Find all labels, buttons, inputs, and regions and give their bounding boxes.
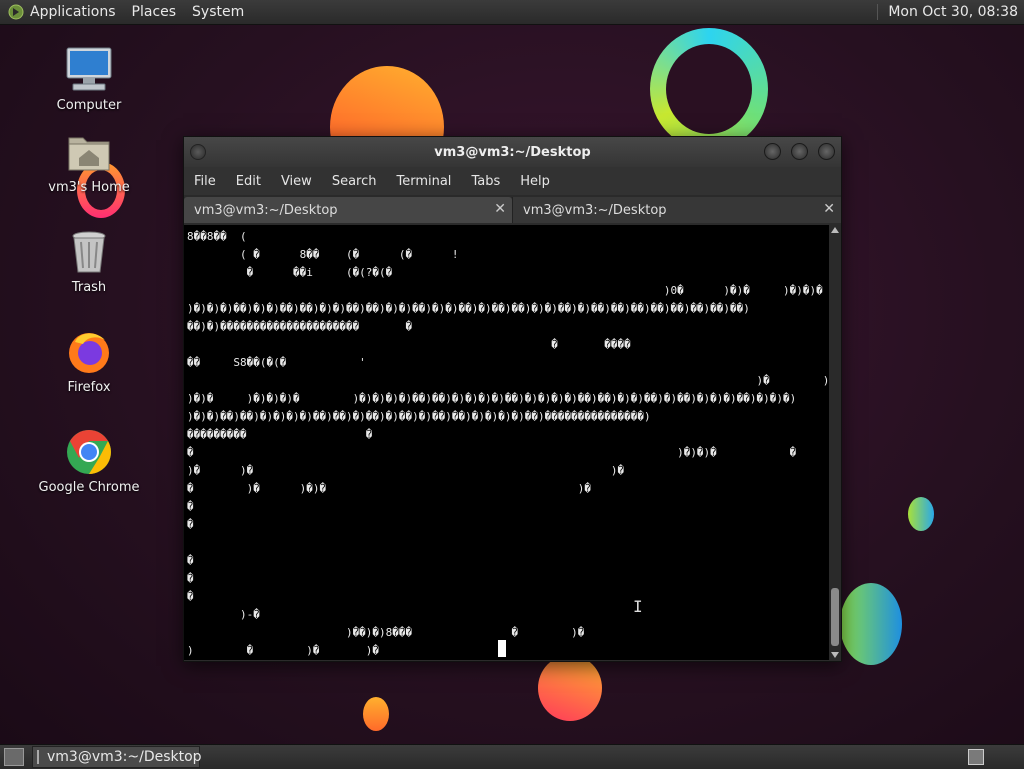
maximize-button[interactable] — [791, 143, 808, 160]
wallpaper-small-orange-blob — [363, 697, 389, 731]
taskbar-label: vm3@vm3:~/Desktop — [47, 749, 202, 765]
terminal-menubar: File Edit View Search Terminal Tabs Help — [184, 167, 841, 195]
taskbar-terminal-button[interactable]: vm3@vm3:~/Desktop — [32, 746, 202, 768]
minimize-button[interactable] — [764, 143, 781, 160]
workspace-switcher[interactable] — [968, 749, 984, 765]
mouse-ibeam-icon: I — [633, 597, 643, 616]
computer-icon — [65, 46, 113, 94]
terminal-tabs: vm3@vm3:~/Desktop ✕ vm3@vm3:~/Desktop ✕ — [184, 195, 841, 223]
top-panel: Applications Places System Mon Oct 30, 0… — [0, 0, 1024, 25]
desktop-icon-trash[interactable]: Trash — [34, 228, 144, 295]
menu-search[interactable]: Search — [332, 174, 377, 189]
menu-help[interactable]: Help — [520, 174, 550, 189]
terminal-icon — [37, 750, 39, 764]
desktop-icon-firefox[interactable]: Firefox — [34, 328, 144, 395]
desktop-icon-label: Google Chrome — [38, 480, 140, 495]
firefox-icon — [65, 328, 113, 376]
terminal-window[interactable]: vm3@vm3:~/Desktop File Edit View Search … — [183, 136, 842, 662]
places-menu[interactable]: Places — [132, 4, 177, 20]
distro-logo-icon[interactable] — [8, 4, 24, 20]
wallpaper-ring — [650, 28, 768, 150]
vertical-scrollbar[interactable] — [829, 225, 841, 660]
text-cursor — [498, 640, 506, 657]
desktop-icon-label: Firefox — [67, 380, 111, 395]
menu-edit[interactable]: Edit — [236, 174, 261, 189]
show-desktop-icon[interactable] — [4, 748, 24, 766]
system-menu[interactable]: System — [192, 4, 244, 20]
menu-view[interactable]: View — [281, 174, 312, 189]
chrome-icon — [65, 428, 113, 476]
window-titlebar[interactable]: vm3@vm3:~/Desktop — [184, 137, 841, 167]
scrollbar-thumb[interactable] — [831, 588, 839, 646]
window-title: vm3@vm3:~/Desktop — [434, 144, 591, 160]
menu-tabs[interactable]: Tabs — [471, 174, 500, 189]
desktop-icon-label: vm3's Home — [48, 180, 130, 195]
desktop-icon-home[interactable]: vm3's Home — [34, 128, 144, 195]
tab-label: vm3@vm3:~/Desktop — [194, 202, 338, 218]
terminal-output-area[interactable]: 8��8�� ( ( � 8�� (� (� ! � ��i (�(?�(� )… — [184, 225, 829, 660]
applications-menu[interactable]: Applications — [30, 4, 116, 20]
menu-terminal[interactable]: Terminal — [396, 174, 451, 189]
tab-2[interactable]: vm3@vm3:~/Desktop ✕ — [512, 197, 841, 223]
tab-close-icon[interactable]: ✕ — [494, 201, 506, 217]
terminal-output: 8��8�� ( ( � 8�� (� (� ! � ��i (�(?�(� )… — [187, 230, 829, 657]
trash-icon — [65, 228, 113, 276]
desktop-icon-computer[interactable]: Computer — [34, 46, 144, 113]
scroll-up-icon[interactable] — [831, 227, 839, 233]
tab-close-icon[interactable]: ✕ — [823, 201, 835, 217]
scroll-down-icon[interactable] — [831, 652, 839, 658]
wallpaper-green-blue-blob — [840, 583, 902, 665]
tab-1[interactable]: vm3@vm3:~/Desktop ✕ — [184, 197, 512, 223]
close-button[interactable] — [818, 143, 835, 160]
bottom-panel: vm3@vm3:~/Desktop — [0, 744, 1024, 769]
clock[interactable]: Mon Oct 30, 08:38 — [888, 4, 1018, 20]
home-folder-icon — [65, 128, 113, 176]
menu-file[interactable]: File — [194, 174, 216, 189]
panel-separator — [877, 4, 880, 20]
desktop-icon-label: Computer — [56, 98, 122, 113]
wallpaper-green-blob — [908, 497, 934, 531]
wallpaper-red-blob — [538, 655, 602, 721]
desktop-icon-chrome[interactable]: Google Chrome — [34, 428, 144, 495]
window-menu-button[interactable] — [190, 144, 206, 160]
tab-label: vm3@vm3:~/Desktop — [523, 202, 667, 218]
desktop-icon-label: Trash — [71, 280, 107, 295]
